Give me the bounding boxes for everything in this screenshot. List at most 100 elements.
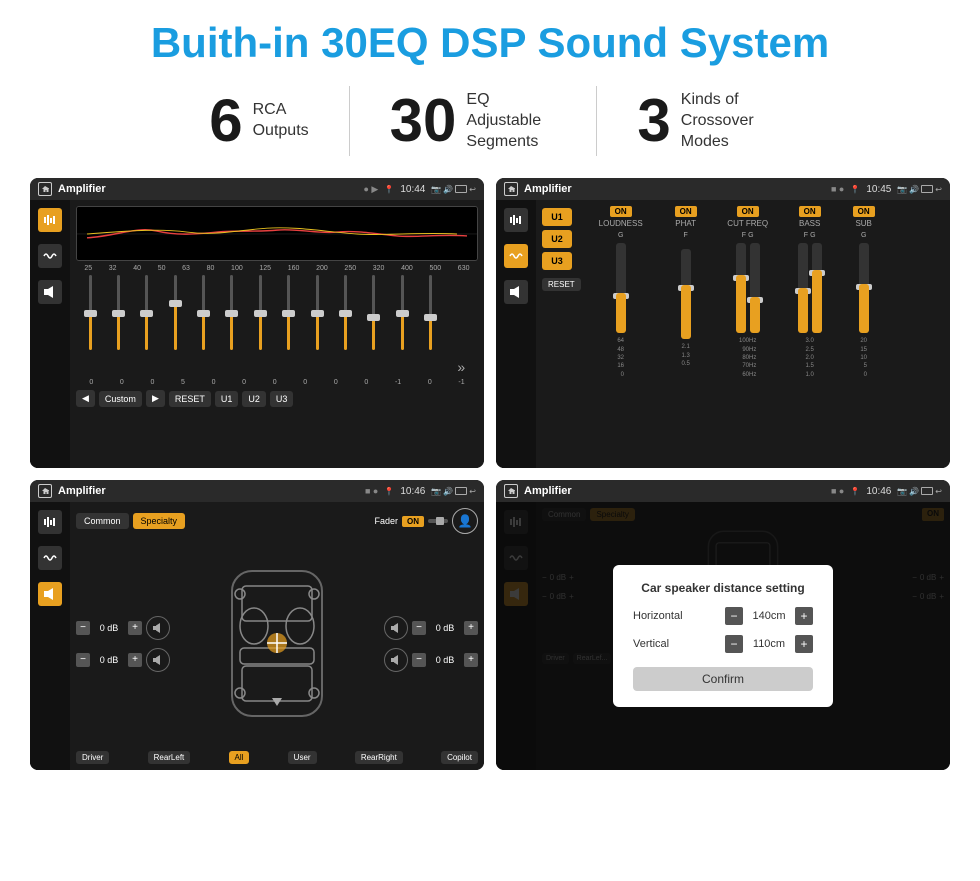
left-bot-minus[interactable]: − [76,653,90,667]
btn-user[interactable]: User [288,751,317,764]
amp-app-name: Amplifier [524,183,825,195]
dialog-horizontal-plus[interactable]: + [795,607,813,625]
amp-reset-btn[interactable]: RESET [542,278,581,291]
amp-ctrl-cutfreq: ON CUT FREQ [717,206,779,228]
tab-specialty[interactable]: Specialty [133,513,186,529]
eq-u1-btn[interactable]: U1 [215,391,239,407]
left-top-minus[interactable]: − [76,621,90,635]
home-icon[interactable] [38,182,52,196]
dist-battery [921,487,933,495]
eq-slider-6[interactable] [259,275,262,375]
amp-home-icon[interactable] [504,182,518,196]
fader-body: Common Specialty Fader ON � [30,502,484,770]
btn-driver[interactable]: Driver [76,751,109,764]
eq-prev-btn[interactable]: ◀ [76,390,95,407]
eq-slider-8[interactable] [316,275,319,375]
eq-slider-3[interactable] [174,275,177,375]
nav-speaker[interactable] [38,280,62,304]
stat-label-rca: RCAOutputs [253,100,309,142]
dialog-vertical-plus[interactable]: + [795,635,813,653]
amp-preset-u3[interactable]: U3 [542,252,572,270]
eq-body: 2532405063 80100125160200 25032040050063… [30,200,484,468]
eq-play-btn[interactable]: ▶ [146,390,165,407]
fader-nav-eq[interactable] [38,510,62,534]
amp-preset-u2[interactable]: U2 [542,230,572,248]
eq-slider-12[interactable] [429,275,432,375]
sub-label: SUB [855,219,871,228]
loudness-on[interactable]: ON [610,206,632,217]
fader-nav-speaker[interactable] [38,582,62,606]
right-top-minus[interactable]: − [412,621,426,635]
fader-main-area: Common Specialty Fader ON � [70,502,484,770]
screens-grid: Amplifier ● ▶ 📍 10:44 📷 🔊 ↩ [30,178,950,770]
amp-body: U1 U2 U3 RESET ON LOUDNESS [496,200,950,468]
distance-dialog-overlay: Car speaker distance setting Horizontal … [496,502,950,770]
eq-slider-9[interactable] [344,275,347,375]
dialog-vertical-minus[interactable]: − [725,635,743,653]
eq-slider-4[interactable] [202,275,205,375]
stats-row: 6 RCAOutputs 30 EQ AdjustableSegments 3 … [30,86,950,156]
fader-bottom-bar: Driver RearLeft All User RearRight Copil… [76,751,478,764]
eq-u3-btn[interactable]: U3 [270,391,294,407]
bass-f-slider[interactable] [798,243,808,333]
left-top-plus[interactable]: + [128,621,142,635]
btn-copilot[interactable]: Copilot [441,751,478,764]
fader-app-name: Amplifier [58,485,359,497]
amp-nav-speaker[interactable] [504,280,528,304]
right-top-plus[interactable]: + [464,621,478,635]
stat-number-crossover: 3 [637,91,670,151]
eq-slider-7[interactable] [287,275,290,375]
eq-slider-0[interactable] [89,275,92,375]
cutfreq-f-slider[interactable] [736,243,746,333]
left-top-value: 0 dB [94,623,124,633]
eq-slider-2[interactable] [145,275,148,375]
sub-on[interactable]: ON [853,206,875,217]
nav-eq-active[interactable] [38,208,62,232]
dialog-vertical-row: Vertical − 110cm + [633,635,813,653]
eq-reset-btn[interactable]: RESET [169,391,211,407]
battery-icon [455,185,467,193]
fader-mini-slider [428,519,448,523]
loudness-slider[interactable] [616,243,626,333]
eq-more-icon[interactable]: » [457,359,465,375]
eq-u2-btn[interactable]: U2 [242,391,266,407]
eq-slider-11[interactable] [401,275,404,375]
cutfreq-on[interactable]: ON [737,206,759,217]
dialog-horizontal-minus[interactable]: − [725,607,743,625]
amp-preset-u1[interactable]: U1 [542,208,572,226]
fader-tabs-row: Common Specialty Fader ON � [76,508,478,534]
btn-rear-right[interactable]: RearRight [355,751,403,764]
phat-slider[interactable] [681,249,691,339]
dist-home-icon[interactable] [504,484,518,498]
bass-g-slider[interactable] [812,243,822,333]
right-bot-minus[interactable]: − [412,653,426,667]
tab-common[interactable]: Common [76,513,129,529]
eq-slider-1[interactable] [117,275,120,375]
eq-slider-10[interactable] [372,275,375,375]
right-bot-plus[interactable]: + [464,653,478,667]
eq-slider-5[interactable] [230,275,233,375]
main-title: Buith-in 30EQ DSP Sound System [151,20,829,66]
bass-on[interactable]: ON [799,206,821,217]
phat-on[interactable]: ON [675,206,697,217]
distance-screen: Amplifier ■ ● 📍 10:46 📷 🔊 ↩ [496,480,950,770]
nav-wave[interactable] [38,244,62,268]
dialog-horizontal-label: Horizontal [633,610,703,622]
amp-nav-amp[interactable] [504,244,528,268]
dist-time: 10:46 [866,486,891,497]
btn-rear-left[interactable]: RearLeft [148,751,191,764]
amp-ctrl-sub: ON SUB [841,206,887,228]
amp-nav-eq[interactable] [504,208,528,232]
dialog-confirm-btn[interactable]: Confirm [633,667,813,691]
fader-on-badge[interactable]: ON [402,516,424,527]
btn-all[interactable]: All [229,751,250,764]
profile-icon[interactable]: 👤 [452,508,478,534]
fader-nav-wave[interactable] [38,546,62,570]
left-bot-plus[interactable]: + [128,653,142,667]
amp-status-bar: Amplifier ■ ● 📍 10:45 📷 🔊 ↩ [496,178,950,200]
fader-battery [455,487,467,495]
fader-side-nav [30,502,70,770]
cutfreq-g-slider[interactable] [750,243,760,333]
fader-home-icon[interactable] [38,484,52,498]
sub-slider[interactable] [859,243,869,333]
